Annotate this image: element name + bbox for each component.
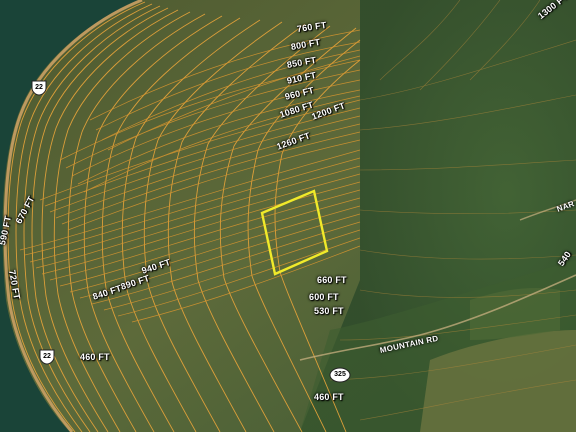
contour-label-660: 660 FT	[317, 275, 347, 285]
state-route-oval-icon: 325	[329, 367, 351, 383]
contour-label-460b: 460 FT	[314, 392, 344, 402]
map-view[interactable]: 760 FT 800 FT 850 FT 910 FT 960 FT 1080 …	[0, 0, 576, 432]
us-route-shield-icon: 22	[30, 80, 48, 96]
contour-label-460a: 460 FT	[80, 352, 110, 362]
us-route-shield-icon: 22	[38, 349, 56, 365]
contour-label-600: 600 FT	[309, 292, 339, 302]
contour-label-530: 530 FT	[314, 306, 344, 316]
